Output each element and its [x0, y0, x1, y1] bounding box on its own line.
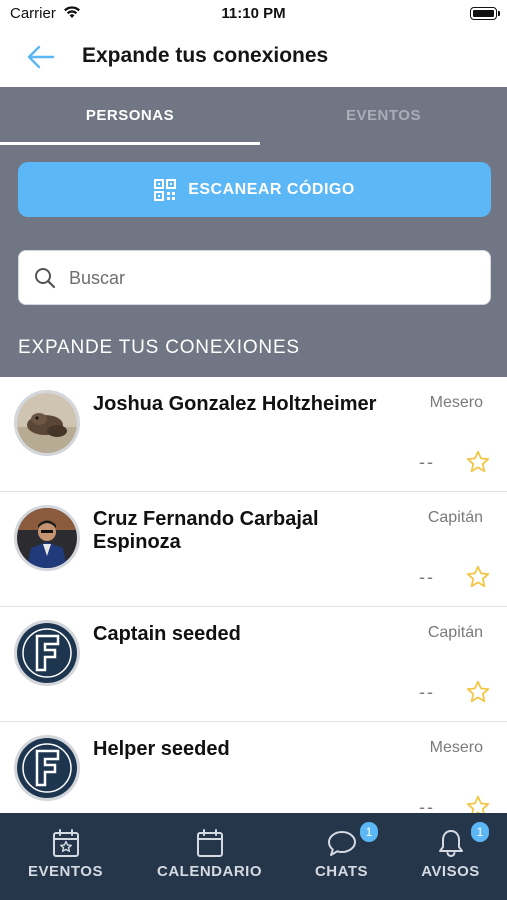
connection-name: Joshua Gonzalez Holtzheimer: [93, 393, 377, 415]
scan-code-button[interactable]: ESCANEAR CÓDIGO: [18, 162, 491, 217]
avatar: [14, 735, 80, 801]
connection-rating: --: [419, 797, 435, 813]
scan-code-label: ESCANEAR CÓDIGO: [188, 180, 355, 198]
bottom-tab-eventos[interactable]: EVENTOS: [2, 813, 129, 900]
segment-tabs: PERSONAS EVENTOS: [0, 87, 507, 145]
star-icon[interactable]: [465, 679, 491, 705]
connection-row[interactable]: Captain seeded Capitán --: [0, 607, 507, 722]
nav-header: Expande tus conexiones: [0, 30, 507, 87]
bottom-tab-avisos[interactable]: AVISOS 1: [387, 813, 507, 900]
arrow-left-icon[interactable]: [26, 42, 56, 72]
chat-bubble-icon: [327, 831, 356, 856]
connection-role: Mesero: [429, 739, 483, 756]
tab-personas[interactable]: PERSONAS: [0, 87, 260, 145]
search-icon: [35, 268, 56, 289]
connection-role: Capitán: [427, 509, 483, 526]
connection-name: Helper seeded: [93, 738, 230, 760]
avisos-badge: 1: [471, 822, 489, 842]
avatar: [14, 390, 80, 456]
connection-role: Mesero: [429, 394, 483, 411]
section-title: EXPANDE TUS CONEXIONES: [18, 337, 300, 358]
connection-rating: --: [419, 452, 435, 472]
calendar-star-icon: [52, 829, 79, 857]
bottom-tab-bar: EVENTOS CALENDARIO CHATS 1 AVISOS 1: [0, 813, 507, 900]
page-title: Expande tus conexiones: [82, 44, 329, 67]
connection-row[interactable]: Joshua Gonzalez Holtzheimer Mesero --: [0, 377, 507, 492]
connection-row[interactable]: Helper seeded Mesero --: [0, 722, 507, 813]
star-icon[interactable]: [465, 794, 491, 813]
connection-row[interactable]: Cruz Fernando Carbajal Espinoza Capitán …: [0, 492, 507, 607]
status-bar: Carrier 11:10 PM: [0, 0, 507, 30]
tab-eventos[interactable]: EVENTOS: [260, 87, 507, 145]
battery-icon: [470, 7, 500, 20]
qr-code-icon: [154, 178, 177, 201]
avatar: [14, 505, 80, 571]
bottom-tab-label: AVISOS: [421, 863, 480, 880]
connection-role: Capitán: [427, 624, 483, 641]
bottom-tab-label: CALENDARIO: [157, 863, 262, 880]
avatar: [14, 620, 80, 686]
connections-list[interactable]: Joshua Gonzalez Holtzheimer Mesero -- Cr…: [0, 377, 507, 813]
active-tab-indicator: [0, 142, 260, 145]
connection-rating: --: [419, 682, 435, 702]
bottom-tab-label: CHATS: [314, 863, 369, 880]
clock: 11:10 PM: [221, 5, 286, 22]
bottom-tab-label: EVENTOS: [28, 863, 103, 880]
search-input[interactable]: [69, 259, 469, 297]
connection-name: Captain seeded: [93, 623, 241, 645]
star-icon[interactable]: [465, 564, 491, 590]
star-icon[interactable]: [465, 449, 491, 475]
bell-icon: [438, 830, 463, 858]
search-box[interactable]: [18, 250, 491, 305]
bottom-tab-chats[interactable]: CHATS 1: [278, 813, 405, 900]
bottom-tab-calendario[interactable]: CALENDARIO: [146, 813, 273, 900]
connection-rating: --: [419, 567, 435, 587]
calendar-icon: [196, 829, 223, 857]
connection-name: Cruz Fernando Carbajal Espinoza: [93, 508, 319, 553]
chats-badge: 1: [360, 822, 378, 842]
